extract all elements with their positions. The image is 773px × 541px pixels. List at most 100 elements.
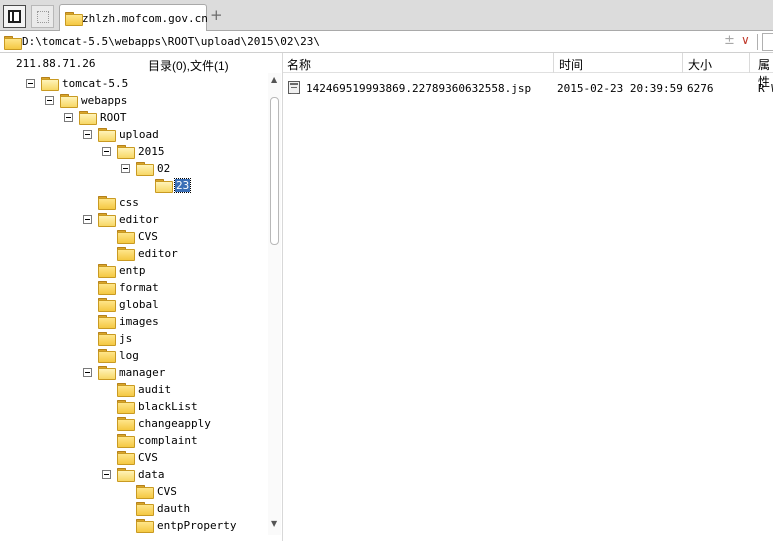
add-tab-button[interactable]: + — [210, 7, 224, 23]
file-list: 142469519993869.22789360632558.jsp 2015-0… — [283, 74, 773, 541]
column-time[interactable]: 时间 — [559, 56, 583, 73]
tree-node-label: images — [119, 315, 159, 328]
tree-node[interactable]: 02 — [0, 160, 268, 177]
collapse-icon[interactable] — [83, 368, 92, 377]
tree-node[interactable]: global — [0, 296, 268, 313]
tree-node[interactable]: changeapply — [0, 415, 268, 432]
tree-node[interactable]: manager — [0, 364, 268, 381]
file-row[interactable]: 142469519993869.22789360632558.jsp 2015-0… — [283, 78, 773, 96]
tree-node-label: tomcat-5.5 — [62, 77, 129, 90]
collapse-icon[interactable] — [45, 96, 54, 105]
folder-icon — [98, 332, 116, 346]
collapse-icon[interactable] — [83, 130, 92, 139]
folder-icon — [98, 349, 116, 363]
column-divider[interactable] — [553, 53, 554, 73]
folder-icon — [136, 519, 154, 533]
panel-toggle-button[interactable] — [3, 5, 26, 28]
tree-node-label: js — [119, 332, 133, 345]
scroll-down-icon[interactable]: ▼ — [271, 519, 277, 528]
scroll-thumb[interactable] — [270, 97, 279, 245]
collapse-icon[interactable] — [121, 164, 130, 173]
blank-tab-button[interactable] — [31, 5, 54, 28]
tree-node[interactable]: data — [0, 466, 268, 483]
path-add-button[interactable]: ± — [724, 33, 735, 48]
tree-node[interactable]: dauth — [0, 500, 268, 517]
tree-node-label: changeapply — [138, 417, 211, 430]
collapse-icon[interactable] — [83, 215, 92, 224]
scroll-up-icon[interactable]: ▲ — [271, 75, 277, 84]
tree-node[interactable]: audit — [0, 381, 268, 398]
folder-icon — [136, 162, 154, 176]
tree-node[interactable]: entp — [0, 262, 268, 279]
tree-node-label: blackList — [138, 400, 198, 413]
left-panel-header: 211.88.71.26 目录(0),文件(1) — [0, 53, 282, 73]
folder-icon — [98, 213, 116, 227]
tree-node-label: manager — [119, 366, 166, 379]
folder-icon — [117, 451, 135, 465]
path-input[interactable]: D:\tomcat-5.5\webapps\ROOT\upload\2015\0… — [22, 35, 320, 48]
folder-icon — [98, 366, 116, 380]
tree-node[interactable]: js — [0, 330, 268, 347]
directory-tree: tomcat-5.5 webapps ROOT upload 2015 02 23 css ed… — [0, 73, 268, 535]
tree-node-label: CVS — [157, 485, 177, 498]
divider — [757, 34, 758, 50]
blank-tab-icon — [37, 11, 49, 23]
folder-icon — [41, 77, 59, 91]
column-divider[interactable] — [749, 53, 750, 73]
tree-node-label: dauth — [157, 502, 191, 515]
collapse-icon[interactable] — [102, 470, 111, 479]
path-dropdown-button[interactable]: ∨ — [741, 33, 750, 47]
tree-node[interactable]: CVS — [0, 228, 268, 245]
path-bar: D:\tomcat-5.5\webapps\ROOT\upload\2015\0… — [0, 31, 773, 53]
collapse-icon[interactable] — [102, 147, 111, 156]
tree-node-label: 02 — [157, 162, 171, 175]
tree-node[interactable]: entpProperty — [0, 517, 268, 534]
tree-node[interactable]: editor — [0, 245, 268, 262]
tree-node[interactable]: log — [0, 347, 268, 364]
tree-node-label: audit — [138, 383, 172, 396]
tree-node[interactable]: blackList — [0, 398, 268, 415]
tree-node-label: 23 — [173, 178, 192, 193]
column-divider[interactable] — [682, 53, 683, 73]
tab-site[interactable]: zhlzh.mofcom.gov.cn — [59, 4, 208, 31]
collapse-icon[interactable] — [26, 79, 35, 88]
tree-node[interactable]: CVS — [0, 483, 268, 500]
tree-node-label: ROOT — [100, 111, 127, 124]
folder-icon — [79, 111, 97, 125]
tree-node[interactable]: CVS — [0, 449, 268, 466]
tree-scrollbar[interactable]: ▲ ▼ — [268, 73, 281, 535]
directory-file-count: 目录(0),文件(1) — [148, 59, 229, 73]
file-list-header: 名称 时间 大小 属性 — [283, 53, 773, 89]
tree-node[interactable]: css — [0, 194, 268, 211]
tree-node-label: webapps — [81, 94, 128, 107]
tree-node[interactable]: format — [0, 279, 268, 296]
tree-node[interactable]: editor — [0, 211, 268, 228]
collapse-icon[interactable] — [64, 113, 73, 122]
tree-node-label: global — [119, 298, 159, 311]
tree-node[interactable]: upload — [0, 126, 268, 143]
tree-node[interactable]: webapps — [0, 92, 268, 109]
tree-node-label: CVS — [138, 230, 158, 243]
column-name[interactable]: 名称 — [287, 56, 311, 73]
file-icon — [288, 81, 300, 94]
folder-icon — [117, 247, 135, 261]
folder-icon — [136, 502, 154, 516]
path-extra-box[interactable] — [762, 33, 773, 51]
tree-node[interactable]: tomcat-5.5 — [0, 75, 268, 92]
column-size[interactable]: 大小 — [688, 56, 712, 73]
tree-node-label: complaint — [138, 434, 198, 447]
folder-icon — [136, 485, 154, 499]
panel-toggle-icon — [8, 10, 21, 23]
tree-node-label: css — [119, 196, 139, 209]
tab-title: zhlzh.mofcom.gov.cn — [82, 12, 208, 25]
tree-node[interactable]: complaint — [0, 432, 268, 449]
tree-node[interactable]: images — [0, 313, 268, 330]
tree-node-label: log — [119, 349, 139, 362]
folder-icon — [65, 12, 83, 26]
tree-node-label: CVS — [138, 451, 158, 464]
tree-node[interactable]: 2015 — [0, 143, 268, 160]
tree-node[interactable]: 23 — [0, 177, 268, 194]
folder-icon — [117, 230, 135, 244]
folder-icon — [98, 298, 116, 312]
tree-node[interactable]: ROOT — [0, 109, 268, 126]
